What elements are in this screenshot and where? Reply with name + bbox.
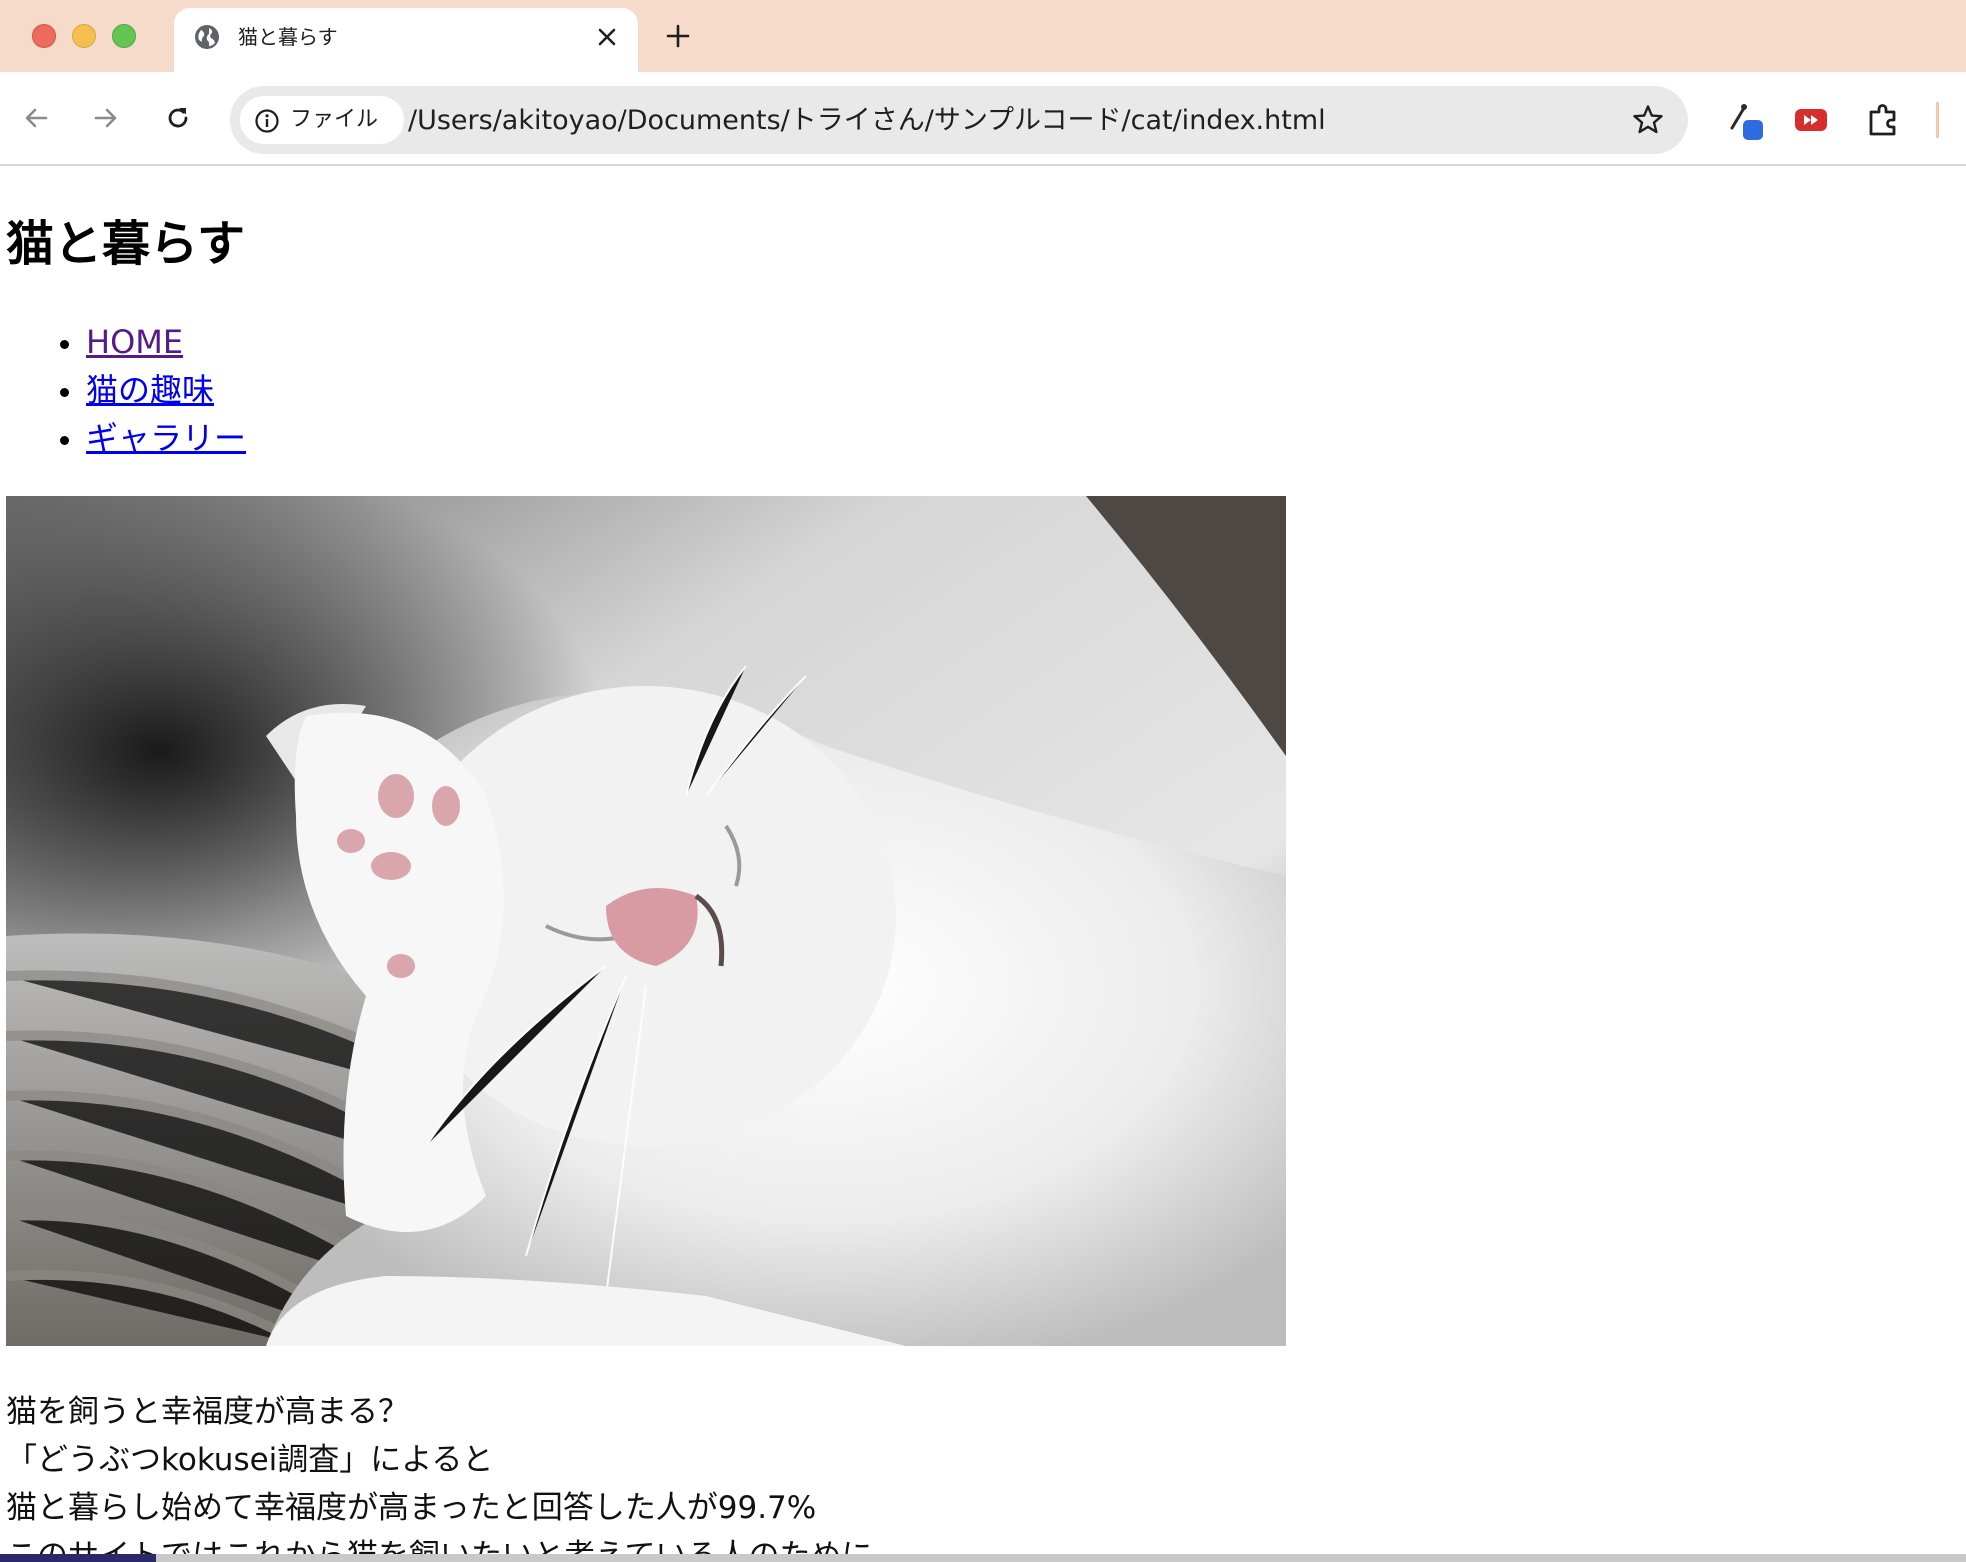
nav-item-hobby: 猫の趣味 xyxy=(0,366,246,414)
nav-link-gallery[interactable]: ギャラリー xyxy=(86,419,246,457)
window-minimize-button[interactable] xyxy=(72,24,96,48)
youtube-icon[interactable] xyxy=(1790,98,1834,142)
nav-link-home[interactable]: HOME xyxy=(86,323,183,361)
info-icon xyxy=(254,108,280,134)
site-info-label: ファイル xyxy=(290,107,379,132)
window-close-button[interactable] xyxy=(32,24,56,48)
star-icon xyxy=(1633,105,1663,134)
intro-line: 「どうぶつkokusei調査」によると xyxy=(6,1442,494,1478)
back-button[interactable] xyxy=(14,96,58,140)
globe-icon xyxy=(192,22,222,52)
intro-line: このサイトではこれから猫を飼いたいと考えている人のために xyxy=(6,1532,872,1554)
arrow-left-icon xyxy=(25,108,48,128)
browser-toolbar: ファイル /Users/akitoyao/Documents/トライさん/サンプ… xyxy=(0,72,1966,166)
address-bar[interactable]: ファイル /Users/akitoyao/Documents/トライさん/サンプ… xyxy=(230,86,1688,154)
page-content: 猫と暮らす HOME 猫の趣味 ギャラリー 猫を飼うと幸福度が高まる？ 「どうぶ… xyxy=(0,168,1966,1554)
url-text[interactable]: /Users/akitoyao/Documents/トライさん/サンプルコード/… xyxy=(408,103,1326,139)
nav-item-gallery: ギャラリー xyxy=(0,414,246,462)
browser-tab[interactable]: 猫と暮らす xyxy=(174,8,638,72)
new-tab-button[interactable] xyxy=(656,14,700,58)
nav-link-hobby[interactable]: 猫の趣味 xyxy=(86,371,214,409)
intro-line: 猫を飼うと幸福度が高まる？ xyxy=(6,1394,409,1430)
close-icon[interactable] xyxy=(590,20,624,54)
tab-title: 猫と暮らす xyxy=(238,25,338,49)
bookmark-button[interactable] xyxy=(1628,100,1668,140)
intro-text: 猫を飼うと幸福度が高まる？ 「どうぶつkokusei調査」によると 猫と暮らし始… xyxy=(6,1388,872,1554)
scrollbar-thumb[interactable] xyxy=(0,1554,156,1562)
reload-icon xyxy=(168,108,188,128)
toolbar-separator xyxy=(1936,102,1939,138)
window-maximize-button[interactable] xyxy=(112,24,136,48)
plus-icon xyxy=(666,24,690,48)
intro-line: 猫と暮らし始めて幸福度が高まったと回答した人が99.7% xyxy=(6,1490,817,1526)
tab-bar: 猫と暮らす xyxy=(0,0,1966,72)
reload-button[interactable] xyxy=(156,96,200,140)
forward-button[interactable] xyxy=(84,96,128,140)
site-info-chip[interactable]: ファイル xyxy=(240,96,404,144)
page-title: 猫と暮らす xyxy=(6,216,246,272)
site-nav: HOME 猫の趣味 ギャラリー xyxy=(0,318,246,462)
white-kitten-sleeping-photo xyxy=(6,496,1286,1346)
arrow-right-icon xyxy=(94,108,117,128)
horizontal-scrollbar[interactable] xyxy=(0,1554,1966,1562)
eyedropper-icon[interactable] xyxy=(1724,98,1768,142)
puzzle-icon[interactable] xyxy=(1862,98,1906,142)
nav-item-home: HOME xyxy=(0,318,246,366)
